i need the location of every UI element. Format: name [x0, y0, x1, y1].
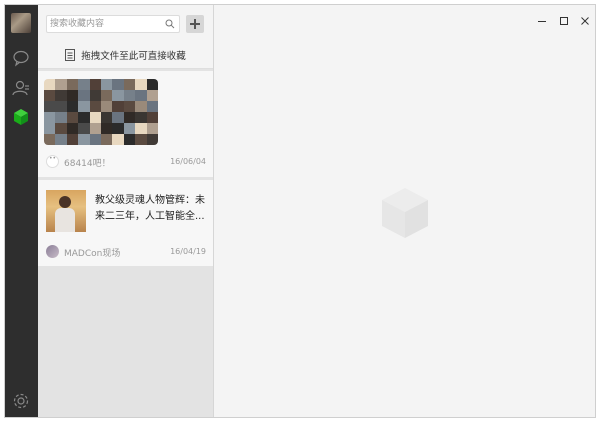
close-icon[interactable] [579, 15, 591, 27]
minimize-icon[interactable] [536, 15, 548, 27]
add-favorite-button[interactable] [186, 15, 204, 33]
favorite-meta: 68414吧！ 16/06/04 [46, 155, 206, 169]
source-avatar [46, 155, 59, 168]
maximize-icon[interactable] [558, 15, 570, 27]
settings-icon[interactable] [10, 390, 32, 412]
search-bar [38, 5, 213, 42]
source-name: MADCon现场 [64, 249, 121, 259]
content-area [214, 5, 595, 417]
favorites-cube-icon[interactable] [10, 106, 32, 128]
article-title: 教父级灵魂人物管辉：未 来二三年，人工智能全... [95, 195, 205, 222]
empty-cube-icon [382, 188, 428, 238]
favorite-date: 16/06/04 [170, 157, 206, 166]
contacts-icon[interactable] [10, 77, 32, 99]
search-icon[interactable] [165, 19, 175, 29]
drop-zone-label: 拖拽文件至此可直接收藏 [81, 51, 186, 62]
search-input[interactable] [50, 16, 160, 32]
favorites-list-panel: 拖拽文件至此可直接收藏 68414吧！ 16/06/04 教父级灵魂人物管辉：未… [38, 5, 214, 417]
favorite-item[interactable]: 68414吧！ 16/06/04 [38, 71, 213, 177]
pixelated-image [44, 79, 158, 145]
app-window: 拖拽文件至此可直接收藏 68414吧！ 16/06/04 教父级灵魂人物管辉：未… [4, 4, 596, 418]
document-icon [65, 49, 76, 61]
source-avatar [46, 245, 59, 258]
drop-zone[interactable]: 拖拽文件至此可直接收藏 [38, 42, 213, 69]
article-thumbnail [46, 190, 86, 232]
icon-sidebar [5, 5, 38, 417]
chat-icon[interactable] [10, 47, 32, 69]
search-box[interactable] [46, 15, 180, 33]
source-name: 68414吧！ [64, 159, 111, 169]
favorite-date: 16/04/19 [170, 247, 206, 256]
favorite-item[interactable]: 教父级灵魂人物管辉：未 来二三年，人工智能全... MADCon现场 16/04… [38, 180, 213, 266]
favorite-meta: MADCon现场 16/04/19 [46, 245, 206, 259]
avatar[interactable] [11, 13, 31, 33]
